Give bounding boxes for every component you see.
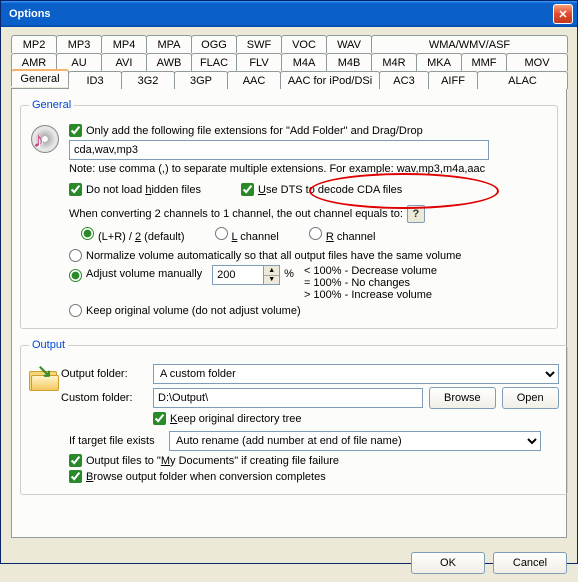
normalize-volume-label: Normalize volume automatically so that a…	[86, 250, 461, 262]
keep-volume-label: Keep original volume (do not adjust volu…	[86, 305, 301, 317]
volume-down-button[interactable]: ▼	[264, 276, 279, 285]
tab-flv[interactable]: FLV	[236, 53, 282, 71]
normalize-volume-radio[interactable]	[69, 249, 82, 262]
volume-percent: %	[284, 268, 294, 280]
target-exists-select[interactable]: Auto rename (add number at end of file n…	[169, 431, 541, 451]
volume-up-button[interactable]: ▲	[264, 266, 279, 276]
tab-mov[interactable]: MOV	[506, 53, 568, 71]
custom-folder-label: Custom folder:	[61, 392, 153, 404]
keep-volume-radio[interactable]	[69, 304, 82, 317]
channel-r-option[interactable]: R channel	[309, 227, 376, 243]
channel-lr-radio[interactable]	[81, 227, 94, 240]
channel-l-radio[interactable]	[215, 227, 228, 240]
titlebar[interactable]: Options ✕	[1, 1, 577, 27]
tab-flac[interactable]: FLAC	[191, 53, 237, 71]
mydocs-fallback-label: Output files to "My Documents" if creati…	[86, 455, 339, 467]
tab-ac3[interactable]: AC3	[379, 71, 429, 89]
cancel-button[interactable]: Cancel	[493, 552, 567, 574]
tab-id3[interactable]: ID3	[68, 71, 122, 89]
adjust-volume-label: Adjust volume manually	[86, 268, 202, 280]
music-note-icon: ♪	[29, 123, 61, 155]
channel-row-label: When converting 2 channels to 1 channel,…	[69, 208, 403, 220]
tab-m4a[interactable]: M4A	[281, 53, 327, 71]
tab-content-general: General ♪ Only add the following file ex…	[11, 88, 567, 538]
tab-mp4[interactable]: MP4	[101, 35, 147, 53]
browse-after-checkbox[interactable]	[69, 470, 82, 483]
keep-tree-checkbox[interactable]	[153, 412, 166, 425]
tab-mka[interactable]: MKA	[416, 53, 462, 71]
tab-alac[interactable]: ALAC	[477, 71, 568, 89]
output-legend: Output	[29, 339, 68, 351]
custom-folder-input[interactable]	[153, 388, 423, 408]
tab-general[interactable]: General	[11, 69, 69, 87]
tab-3g2[interactable]: 3G2	[121, 71, 175, 89]
tab-mp3[interactable]: MP3	[56, 35, 102, 53]
tabstrip: MP2 MP3 MP4 MPA OGG SWF VOC WAV WMA/WMV/…	[11, 35, 567, 538]
tab-aac-ipod[interactable]: AAC for iPod/DSi	[280, 71, 380, 89]
tab-mmf[interactable]: MMF	[461, 53, 507, 71]
tab-wav[interactable]: WAV	[326, 35, 372, 53]
keep-tree-label: Keep original directory tree	[170, 413, 301, 425]
general-fieldset: General ♪ Only add the following file ex…	[20, 99, 558, 329]
tab-m4r[interactable]: M4R	[371, 53, 417, 71]
no-hidden-checkbox[interactable]	[69, 183, 82, 196]
no-hidden-label: Do not load hidden files	[86, 184, 201, 196]
use-dts-checkbox[interactable]	[241, 183, 254, 196]
extensions-note: Note: use comma (,) to separate multiple…	[69, 163, 549, 175]
tab-mpa[interactable]: MPA	[146, 35, 192, 53]
open-button[interactable]: Open	[502, 387, 559, 409]
output-folder-select[interactable]: A custom folder	[153, 364, 559, 384]
extensions-input[interactable]	[69, 140, 489, 160]
folder-arrow-icon: ↘	[29, 363, 61, 395]
tab-3gp[interactable]: 3GP	[174, 71, 228, 89]
volume-spinner: ▲▼	[212, 265, 280, 285]
close-icon: ✕	[558, 8, 567, 21]
close-button[interactable]: ✕	[553, 4, 573, 24]
tab-ogg[interactable]: OGG	[191, 35, 237, 53]
tab-mp2[interactable]: MP2	[11, 35, 57, 53]
general-legend: General	[29, 99, 74, 111]
channel-lr-option[interactable]: (L+R) / 2 (default)	[81, 227, 185, 243]
mydocs-fallback-checkbox[interactable]	[69, 454, 82, 467]
channel-help-button[interactable]: ?	[407, 205, 425, 223]
channel-r-radio[interactable]	[309, 227, 322, 240]
use-dts-label: Use DTS to decode CDA files	[258, 184, 402, 196]
adjust-volume-radio[interactable]	[69, 269, 82, 282]
only-add-extensions-checkbox[interactable]	[69, 124, 82, 137]
channel-l-option[interactable]: L channel	[215, 227, 279, 243]
target-exists-label: If target file exists	[69, 435, 169, 447]
tab-m4b[interactable]: M4B	[326, 53, 372, 71]
tab-swf[interactable]: SWF	[236, 35, 282, 53]
tab-wma[interactable]: WMA/WMV/ASF	[371, 35, 568, 53]
tab-aac[interactable]: AAC	[227, 71, 281, 89]
output-folder-label: Output folder:	[61, 368, 153, 380]
volume-input[interactable]	[212, 265, 264, 285]
tab-aiff[interactable]: AIFF	[428, 71, 478, 89]
window-title: Options	[5, 8, 553, 20]
browse-after-label: Browse output folder when conversion com…	[86, 471, 326, 483]
only-add-extensions-label: Only add the following file extensions f…	[86, 125, 423, 137]
tab-avi[interactable]: AVI	[101, 53, 147, 71]
tab-voc[interactable]: VOC	[281, 35, 327, 53]
tab-awb[interactable]: AWB	[146, 53, 192, 71]
options-dialog: Options ✕ MP2 MP3 MP4 MPA OGG SWF VOC WA…	[0, 0, 578, 564]
browse-button[interactable]: Browse	[429, 387, 496, 409]
volume-hints: < 100% - Decrease volume = 100% - No cha…	[304, 265, 437, 301]
ok-button[interactable]: OK	[411, 552, 485, 574]
dialog-footer: OK Cancel	[1, 544, 577, 582]
output-fieldset: Output ↘ Output folder: A custom folder …	[20, 339, 568, 495]
